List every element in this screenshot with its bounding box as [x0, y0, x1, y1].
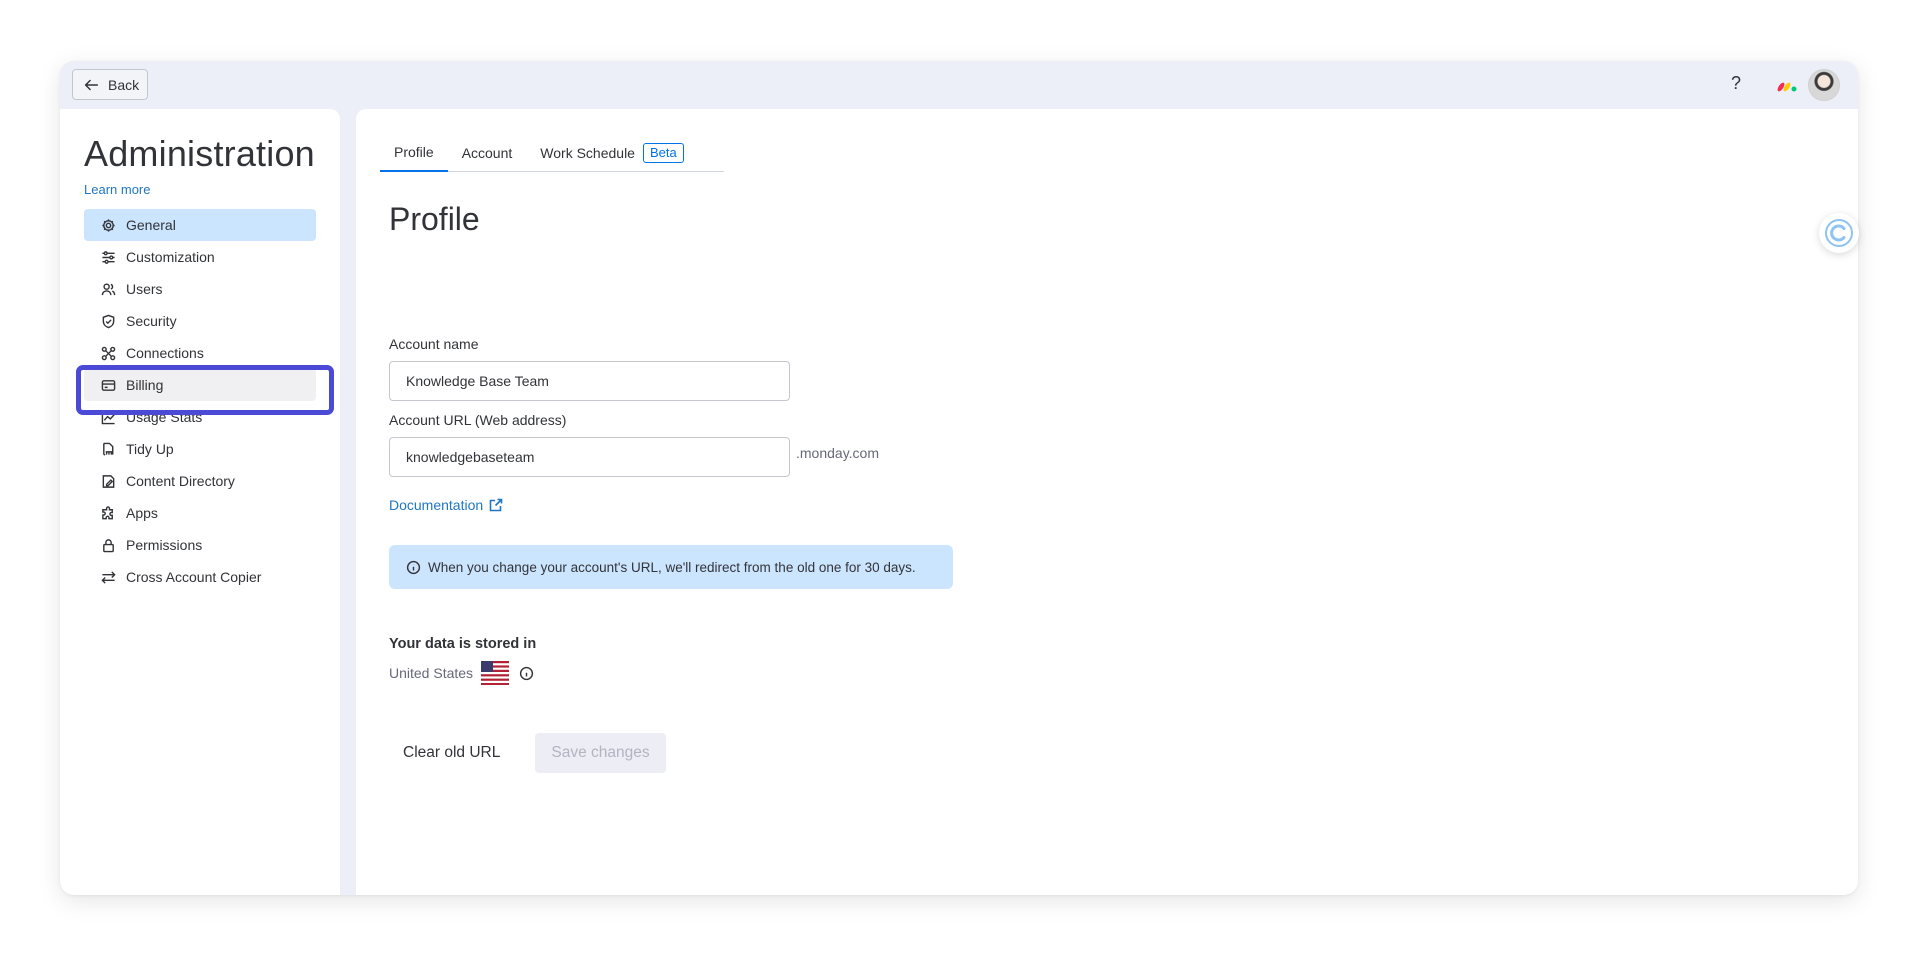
data-location-info-icon[interactable] — [519, 666, 534, 681]
tab-label: Work Schedule — [540, 145, 635, 161]
sidebar-item-tidy-up[interactable]: Tidy Up — [84, 433, 316, 465]
tab-work-schedule[interactable]: Work Schedule Beta — [526, 134, 697, 172]
sidebar-item-label: Tidy Up — [126, 441, 174, 457]
sidebar-item-label: Billing — [126, 377, 164, 393]
sliders-icon — [102, 250, 115, 264]
sidebar-item-security[interactable]: Security — [84, 305, 316, 337]
external-link-icon — [489, 498, 503, 512]
tab-label: Account — [461, 145, 513, 161]
sidebar-item-label: Content Directory — [126, 473, 235, 489]
question-mark-icon[interactable]: ? — [1726, 73, 1746, 94]
sidebar-item-label: General — [126, 217, 176, 233]
info-icon — [406, 560, 421, 574]
sidebar-item-label: Usage Stats — [126, 409, 203, 425]
sidebar-item-apps[interactable]: Apps — [84, 497, 316, 529]
documentation-link[interactable]: Documentation — [389, 497, 503, 513]
users-icon — [101, 282, 116, 295]
info-icon — [519, 666, 534, 680]
account-name-label: Account name — [389, 336, 479, 352]
main-content: Profile Account Work Schedule Beta Profi… — [356, 109, 1858, 895]
tab-account[interactable]: Account — [448, 134, 527, 172]
clear-old-url-button[interactable]: Clear old URL — [389, 733, 514, 773]
sidebar-item-permissions[interactable]: Permissions — [84, 529, 316, 561]
sidebar-item-label: Permissions — [126, 537, 203, 553]
swap-arrows-icon — [101, 570, 116, 584]
lock-icon — [103, 538, 114, 552]
beta-badge: Beta — [642, 143, 684, 163]
shield-icon — [102, 314, 115, 328]
save-changes-button[interactable]: Save changes — [535, 733, 666, 773]
country-name: United States — [389, 665, 474, 681]
tab-label: Profile — [394, 144, 434, 160]
url-suffix: .monday.com — [796, 445, 879, 461]
tab-profile[interactable]: Profile — [380, 134, 448, 172]
connections-icon — [101, 346, 116, 360]
info-banner-text: When you change your account's URL, we'l… — [428, 559, 916, 575]
broom-icon — [103, 442, 114, 455]
top-bar: Back ? — [60, 61, 1858, 109]
arrow-left-icon — [84, 79, 99, 90]
gear-icon — [102, 218, 115, 232]
app-window: Back ? Administration Learn more General… — [60, 61, 1858, 895]
data-storage-location: United States — [389, 661, 534, 685]
c-logo-icon — [1825, 219, 1853, 247]
document-icon — [102, 474, 115, 488]
monday-logo-icon — [1777, 82, 1797, 92]
sidebar-item-content-directory[interactable]: Content Directory — [84, 465, 316, 497]
sidebar-item-label: Cross Account Copier — [126, 569, 262, 585]
sidebar-item-label: Security — [126, 313, 177, 329]
sidebar-item-users[interactable]: Users — [84, 273, 316, 305]
back-button[interactable]: Back — [72, 69, 148, 100]
sidebar-title: Administration — [84, 133, 315, 174]
settings-tabs: Profile Account Work Schedule Beta — [380, 134, 724, 172]
account-url-input[interactable] — [389, 437, 790, 477]
admin-sidebar: Administration Learn more General Custom… — [60, 109, 340, 895]
page-title: Profile — [389, 201, 480, 237]
sidebar-item-usage-stats[interactable]: Usage Stats — [84, 401, 316, 433]
sidebar-item-label: Customization — [126, 249, 215, 265]
user-avatar[interactable] — [1808, 69, 1840, 101]
assistant-widget-button[interactable] — [1819, 213, 1859, 253]
url-redirect-info-banner: When you change your account's URL, we'l… — [389, 545, 953, 589]
sidebar-item-label: Apps — [126, 505, 158, 521]
documentation-label: Documentation — [389, 497, 484, 513]
sidebar-item-general[interactable]: General — [84, 209, 316, 241]
sidebar-item-label: Users — [126, 281, 163, 297]
sidebar-item-cross-account-copier[interactable]: Cross Account Copier — [84, 561, 316, 593]
us-flag-icon — [481, 661, 510, 685]
sidebar-item-connections[interactable]: Connections — [84, 337, 316, 369]
back-label: Back — [108, 76, 140, 93]
admin-nav: General Customization Users Security Con… — [76, 209, 334, 593]
account-url-label: Account URL (Web address) — [389, 412, 567, 428]
sidebar-item-billing[interactable]: Billing — [76, 365, 334, 415]
puzzle-icon — [102, 505, 113, 519]
data-storage-heading: Your data is stored in — [389, 636, 537, 652]
sidebar-item-label: Connections — [126, 345, 204, 361]
learn-more-link[interactable]: Learn more — [84, 182, 150, 197]
sidebar-item-customization[interactable]: Customization — [84, 241, 316, 273]
chart-line-icon — [101, 410, 116, 424]
credit-card-icon — [101, 379, 116, 391]
account-name-input[interactable] — [389, 361, 790, 401]
